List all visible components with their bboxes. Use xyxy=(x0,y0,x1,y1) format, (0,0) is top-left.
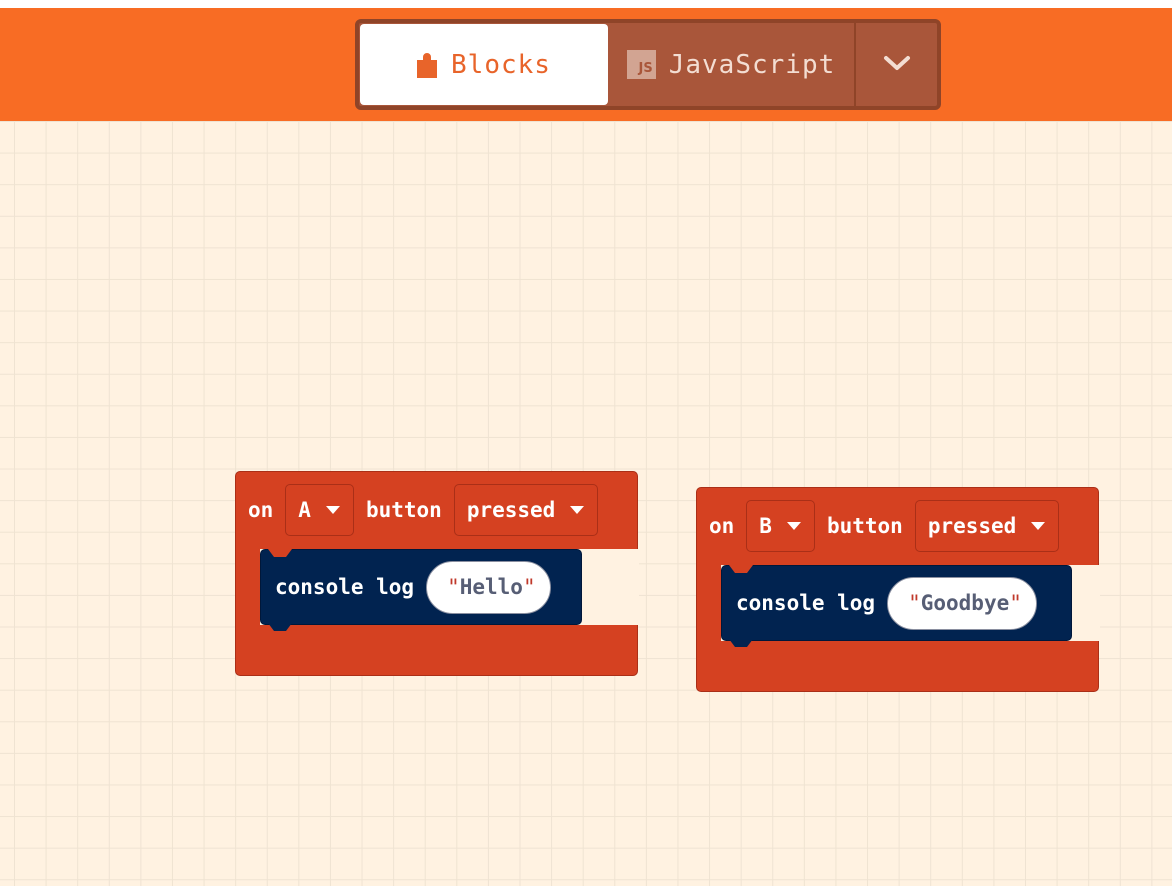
tab-javascript-label: JavaScript xyxy=(668,49,836,80)
block-notch xyxy=(268,549,292,557)
block-notch xyxy=(729,565,753,573)
on-label: on xyxy=(248,498,274,522)
on-label: on xyxy=(709,514,735,538)
button-label: button xyxy=(365,498,442,522)
console-log-label: console log xyxy=(275,575,415,599)
language-dropdown-button[interactable] xyxy=(854,23,937,106)
dropdown-arrow-icon xyxy=(1030,521,1046,531)
tab-javascript[interactable]: JS JavaScript xyxy=(608,23,854,106)
event-header: on B button pressed xyxy=(709,500,1071,552)
on-button-pressed-block[interactable]: on A button pressed console log " Hello xyxy=(235,471,639,676)
javascript-icon: JS xyxy=(626,50,656,79)
block-notch xyxy=(729,639,753,647)
string-value: Hello xyxy=(459,575,523,599)
close-quote: " xyxy=(1009,591,1022,615)
dropdown-arrow-icon xyxy=(569,505,585,515)
string-input[interactable]: " Hello " xyxy=(426,560,551,614)
button-dropdown-value: A xyxy=(298,498,311,522)
puzzle-icon xyxy=(417,52,438,78)
tab-blocks-label: Blocks xyxy=(451,49,551,80)
console-log-label: console log xyxy=(736,591,876,615)
block-notch xyxy=(268,623,292,631)
event-dropdown-value: pressed xyxy=(466,498,556,522)
string-input[interactable]: " Goodbye " xyxy=(887,576,1037,630)
event-dropdown[interactable]: pressed xyxy=(914,500,1060,552)
string-value: Goodbye xyxy=(920,591,1010,615)
button-dropdown[interactable]: A xyxy=(285,484,354,536)
button-dropdown-value: B xyxy=(759,514,772,538)
button-label: button xyxy=(826,514,903,538)
open-quote: " xyxy=(908,591,921,615)
event-dropdown[interactable]: pressed xyxy=(453,484,599,536)
top-strip xyxy=(0,0,1172,8)
blocks-workspace[interactable]: on A button pressed console log " Hello xyxy=(0,121,1172,886)
editor-header: Blocks JS JavaScript xyxy=(0,8,1172,121)
editor-toggle: Blocks JS JavaScript xyxy=(355,19,941,110)
event-dropdown-value: pressed xyxy=(927,514,1017,538)
tab-blocks[interactable]: Blocks xyxy=(360,24,608,105)
console-log-block[interactable]: console log " Hello " xyxy=(260,549,582,625)
chevron-down-icon xyxy=(883,54,911,76)
dropdown-arrow-icon xyxy=(786,521,802,531)
console-log-block[interactable]: console log " Goodbye " xyxy=(721,565,1072,641)
on-button-pressed-block[interactable]: on B button pressed console log " Goodby… xyxy=(696,487,1100,692)
open-quote: " xyxy=(447,575,460,599)
event-header: on A button pressed xyxy=(248,484,610,536)
dropdown-arrow-icon xyxy=(325,505,341,515)
close-quote: " xyxy=(522,575,536,599)
button-dropdown[interactable]: B xyxy=(746,500,815,552)
